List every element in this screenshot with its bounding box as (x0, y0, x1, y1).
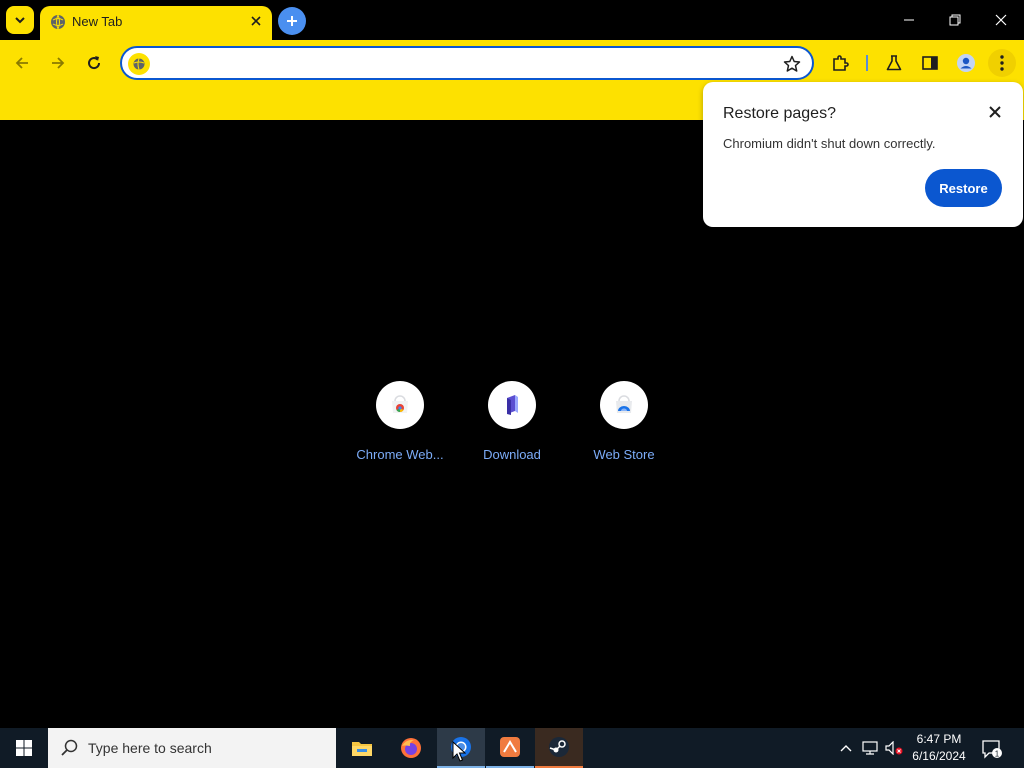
network-button[interactable] (860, 738, 880, 758)
address-bar[interactable] (120, 46, 814, 80)
restore-pages-dialog: Restore pages? Chromium didn't shut down… (703, 82, 1023, 227)
back-button[interactable] (7, 48, 37, 78)
download-icon (507, 395, 518, 415)
arrow-right-icon (52, 57, 65, 69)
minimize-button[interactable] (886, 0, 932, 40)
close-icon (989, 106, 1001, 118)
plus-icon (287, 16, 297, 26)
chrome-web-store-icon (392, 395, 408, 413)
shortcut-tile[interactable]: Download (456, 381, 568, 462)
bookmark-button[interactable] (782, 54, 802, 74)
address-input[interactable] (158, 52, 778, 76)
new-tab-button[interactable] (278, 7, 306, 35)
restore-button[interactable]: Restore (925, 169, 1002, 207)
shortcut-label: Download (483, 447, 541, 462)
web-store-icon (616, 395, 632, 413)
extensions-button[interactable] (826, 49, 854, 77)
chevron-down-icon (15, 17, 25, 24)
taskbar-clock[interactable]: 6:47 PM 6/16/2024 (906, 731, 972, 765)
notification-count: 1 (995, 750, 1000, 759)
network-icon (862, 741, 878, 755)
chevron-up-icon (840, 745, 852, 752)
start-button[interactable] (0, 728, 48, 768)
notifications-button[interactable]: 1 (978, 736, 1006, 762)
windows-icon (16, 740, 32, 756)
taskbar-app-orange[interactable] (486, 728, 534, 768)
shortcut-label: Web Store (593, 447, 655, 462)
shortcut-tile[interactable]: Chrome Web... (344, 381, 456, 462)
side-panel-icon (922, 56, 938, 70)
toolbar-separator (866, 55, 868, 71)
tab-title: New Tab (72, 14, 123, 29)
puzzle-icon (833, 55, 849, 71)
side-panel-button[interactable] (916, 49, 944, 77)
file-explorer-icon (352, 742, 372, 756)
shortcut-icon-circle (376, 381, 424, 429)
taskbar-app-file-explorer[interactable] (338, 728, 386, 768)
taskbar-search[interactable]: Type here to search (48, 728, 336, 768)
reload-icon (88, 56, 101, 70)
search-placeholder: Type here to search (88, 740, 212, 756)
shortcut-label: Chrome Web... (356, 447, 444, 462)
site-info-icon[interactable] (128, 53, 150, 75)
profile-button[interactable] (952, 49, 980, 77)
firefox-icon (401, 738, 421, 758)
minimize-icon (904, 19, 914, 21)
clock-date: 6/16/2024 (912, 749, 966, 763)
volume-button[interactable] (884, 738, 904, 758)
search-icon (61, 739, 78, 756)
flask-icon (886, 55, 902, 71)
tab-strip: New Tab (0, 0, 1024, 40)
tab-search-button[interactable] (6, 6, 34, 34)
taskbar: Type here to search 6:47 PM 6/16/2024 1 (0, 728, 1024, 768)
taskbar-app-firefox[interactable] (387, 728, 435, 768)
tab-close-button[interactable] (248, 13, 264, 29)
dialog-title: Restore pages? (723, 105, 836, 122)
mouse-cursor-icon (452, 741, 466, 762)
shortcut-tile[interactable]: Web Store (568, 381, 680, 462)
taskbar-app-steam[interactable] (535, 728, 583, 768)
dialog-close-button[interactable] (987, 104, 1003, 120)
avatar-icon (957, 54, 975, 72)
dialog-message: Chromium didn't shut down correctly. (723, 136, 936, 151)
tab-new-tab[interactable]: New Tab (40, 6, 272, 40)
star-icon (783, 55, 801, 72)
labs-button[interactable] (880, 49, 908, 77)
close-icon (995, 14, 1007, 26)
close-window-button[interactable] (978, 0, 1024, 40)
show-hidden-icons-button[interactable] (836, 738, 856, 758)
more-vert-icon (1000, 55, 1004, 71)
forward-button[interactable] (43, 48, 73, 78)
steam-icon (549, 737, 569, 757)
shortcut-icon-circle (600, 381, 648, 429)
reload-button[interactable] (79, 48, 109, 78)
restore-window-icon (949, 14, 961, 26)
arrow-left-icon (15, 57, 28, 69)
notification-icon: 1 (982, 740, 1002, 759)
volume-muted-icon (885, 741, 903, 755)
app-orange-icon (500, 737, 520, 757)
clock-time: 6:47 PM (916, 732, 962, 746)
screen: New Tab Restore pages? Chromium didn't s… (0, 0, 1024, 768)
globe-icon (51, 14, 65, 30)
shortcut-icon-circle (488, 381, 536, 429)
close-icon (251, 16, 261, 26)
menu-button[interactable] (988, 49, 1016, 77)
restore-window-button[interactable] (932, 0, 978, 40)
